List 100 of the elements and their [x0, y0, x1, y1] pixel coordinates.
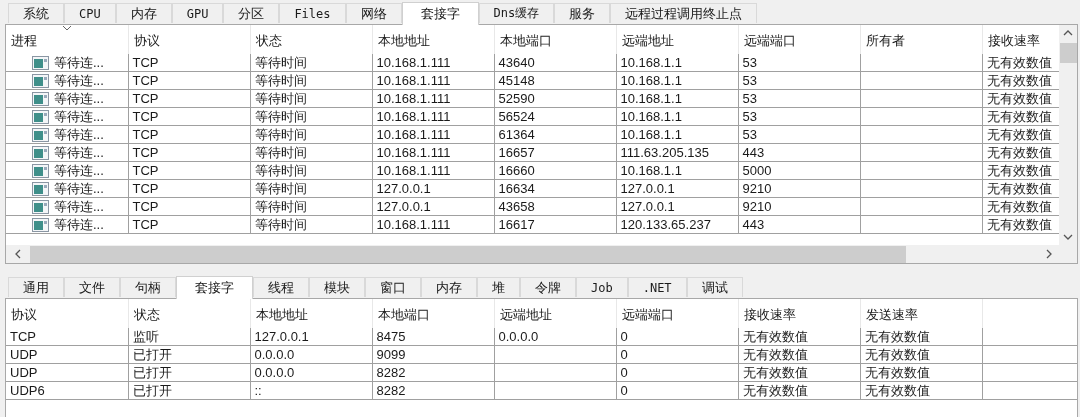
tab[interactable]: Dns缓存: [478, 3, 555, 23]
tab[interactable]: 内存: [421, 277, 477, 297]
scrollbar-thumb[interactable]: [1059, 43, 1077, 63]
table-cell: 9210: [742, 199, 772, 214]
tab[interactable]: 句柄: [120, 277, 176, 297]
table-cell: 53: [742, 73, 757, 88]
table-cell: 无有效数值: [986, 163, 1052, 178]
table-cell: 等待时间: [254, 109, 307, 124]
tab[interactable]: 服务: [554, 3, 611, 23]
table-cell: 10.168.1.111: [376, 109, 451, 124]
tab[interactable]: CPU: [64, 3, 116, 23]
tab[interactable]: 远程过程调用终止点: [610, 3, 758, 23]
column-header[interactable]: 远端地址: [621, 32, 674, 48]
table-cell: 8282: [376, 365, 406, 380]
table-cell: 等待时间: [254, 73, 307, 88]
table-cell: 等待连...: [54, 108, 104, 125]
window-icon: [32, 127, 49, 142]
scrollbar-thumb[interactable]: [30, 245, 906, 263]
tab[interactable]: 文件: [64, 277, 120, 297]
tab[interactable]: 令牌: [520, 277, 576, 297]
column-header[interactable]: 远端端口: [743, 32, 796, 48]
table-cell: ::: [254, 383, 262, 398]
table-cell: 10.168.1.111: [376, 217, 451, 232]
table-cell: 无有效数值: [986, 109, 1052, 124]
table-cell: 已打开: [132, 383, 172, 398]
table-cell: 16617: [498, 217, 535, 232]
tab[interactable]: 模块: [309, 277, 365, 297]
column-header[interactable]: 本地地址: [377, 32, 430, 48]
tab[interactable]: 通用: [8, 277, 64, 297]
table-cell: UDP6: [10, 383, 45, 398]
table-cell: 0: [620, 329, 628, 344]
column-header[interactable]: 协议: [11, 306, 37, 322]
table-cell: 等待时间: [254, 55, 307, 70]
table-cell: 无有效数值: [986, 145, 1052, 160]
table-cell: 0: [620, 383, 628, 398]
tab[interactable]: 内存: [115, 3, 172, 23]
tab[interactable]: 套接字: [176, 276, 253, 299]
table-cell: 等待连...: [54, 180, 104, 197]
table-cell: 无有效数值: [986, 55, 1052, 70]
table-cell: 5000: [742, 163, 772, 178]
column-header[interactable]: 接收速率: [987, 32, 1040, 48]
tab[interactable]: 调试: [686, 277, 743, 297]
table-cell: 127.0.0.1: [620, 181, 675, 196]
table-cell: TCP: [132, 145, 159, 160]
table-cell: 已打开: [132, 347, 172, 362]
table-cell: 监听: [132, 329, 159, 344]
table-cell: 无有效数值: [864, 365, 930, 380]
tab[interactable]: 线程: [253, 277, 309, 297]
column-header[interactable]: 状态: [133, 306, 160, 322]
table-cell: TCP: [132, 91, 159, 106]
table-cell: 8475: [376, 329, 406, 344]
column-header[interactable]: 远端地址: [499, 306, 552, 322]
tab[interactable]: 网络: [345, 3, 402, 23]
column-header[interactable]: 本地端口: [377, 306, 430, 322]
table-cell: TCP: [132, 217, 159, 232]
table-cell: TCP: [132, 199, 159, 214]
tab[interactable]: 窗口: [365, 277, 421, 297]
column-header[interactable]: 发送速率: [865, 306, 918, 322]
window-icon: [32, 73, 49, 88]
table-cell: 无有效数值: [742, 347, 808, 362]
tab[interactable]: 堆: [477, 277, 520, 297]
tab[interactable]: .NET: [627, 277, 687, 297]
window-icon: [32, 109, 49, 124]
table-cell: 43640: [498, 55, 535, 70]
tab[interactable]: Job: [576, 277, 628, 297]
table-cell: TCP: [132, 55, 159, 70]
table-cell: 127.0.0.1: [376, 199, 431, 214]
column-header[interactable]: 进程: [11, 32, 37, 48]
table-cell: 无有效数值: [864, 329, 930, 344]
column-header[interactable]: 状态: [255, 32, 282, 48]
table-cell: 无有效数值: [986, 73, 1052, 88]
table-cell: 等待时间: [254, 145, 307, 160]
tab[interactable]: 系统: [8, 3, 64, 23]
table-cell: 无有效数值: [986, 217, 1052, 232]
tab[interactable]: 套接字: [401, 2, 479, 25]
tab[interactable]: 分区: [223, 3, 280, 23]
table-cell: 0: [620, 347, 628, 362]
column-header[interactable]: 所有者: [865, 32, 905, 48]
tab[interactable]: GPU: [171, 3, 224, 23]
column-header[interactable]: 本地地址: [255, 306, 308, 322]
table-cell: TCP: [132, 73, 159, 88]
table-cell: TCP: [132, 181, 159, 196]
table-cell: 10.168.1.1: [620, 127, 682, 142]
table-cell: TCP: [132, 127, 159, 142]
table-cell: 等待连...: [54, 54, 104, 71]
tab[interactable]: Files: [279, 3, 346, 23]
table-cell: 120.133.65.237: [620, 217, 711, 232]
table-cell: 16657: [498, 145, 535, 160]
table-cell: 61364: [498, 127, 535, 142]
table-cell: 等待时间: [254, 181, 307, 196]
table-cell: 52590: [498, 91, 535, 106]
table-cell: 127.0.0.1: [376, 181, 431, 196]
column-header[interactable]: 接收速率: [743, 306, 796, 322]
column-header[interactable]: 协议: [133, 32, 160, 48]
column-header[interactable]: 本地端口: [499, 32, 552, 48]
column-header[interactable]: 远端端口: [621, 306, 674, 322]
table-cell: 无有效数值: [986, 91, 1052, 106]
table-cell: 9210: [742, 181, 772, 196]
table-cell: 10.168.1.111: [376, 55, 451, 70]
table-cell: 53: [742, 109, 757, 124]
